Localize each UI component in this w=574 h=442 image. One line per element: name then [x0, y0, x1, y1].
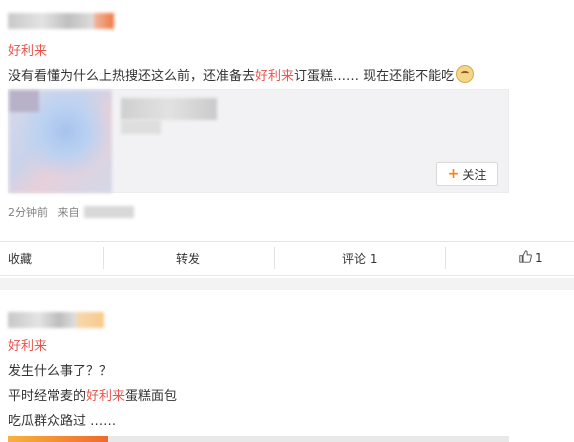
post2-line2-part1: 平时经常麦的	[8, 389, 87, 404]
action-bar-bottom-divider	[0, 275, 574, 276]
post2-line3: 吃瓜群众路过 ……	[8, 414, 117, 429]
post1-meta: 2分钟前 来自	[8, 204, 134, 220]
post2-topic-tag[interactable]: 好利来	[8, 335, 47, 354]
favorite-label: 收藏	[8, 251, 33, 266]
favorite-button[interactable]: 收藏	[8, 242, 32, 274]
post1-topic-tag[interactable]: 好利来	[8, 40, 47, 59]
post2-line1: 发生什么事了？？	[8, 364, 113, 379]
post2-username-blurred[interactable]	[8, 312, 104, 328]
like-button[interactable]: 1	[519, 242, 543, 274]
post1-username-blurred[interactable]	[8, 11, 114, 31]
post2-line2-highlight[interactable]: 好利来	[86, 389, 125, 404]
card-title-blurred	[121, 98, 217, 120]
post-source-blurred[interactable]	[83, 206, 134, 218]
plus-icon: +	[447, 166, 460, 182]
post1-link-card[interactable]: + 关注	[8, 89, 509, 193]
repost-label: 转发	[176, 251, 201, 266]
post1-text: 没有看懂为什么上热搜还这么前，还准备去好利来订蛋糕…… 现在还能不能吃	[8, 65, 475, 84]
action-separator	[445, 247, 446, 269]
post2-line2: 平时经常麦的好利来蛋糕面包	[8, 385, 177, 404]
card-subtitle-blurred	[121, 120, 161, 134]
post1-action-bar: 收藏 转发 评论 1 1	[0, 242, 574, 274]
thumbs-up-icon	[519, 250, 532, 266]
post2-line2-part2: 蛋糕面包	[125, 389, 178, 404]
comment-label: 评论 1	[342, 251, 378, 266]
action-separator	[103, 247, 104, 269]
post2-media-preview-partial[interactable]	[8, 436, 509, 442]
post-time[interactable]: 2分钟前	[8, 206, 48, 219]
follow-label: 关注	[462, 167, 487, 182]
post1-text-part2: 订蛋糕…… 现在还能不能吃	[294, 69, 455, 84]
card-thumbnail-blurred[interactable]	[9, 90, 112, 193]
follow-button[interactable]: + 关注	[436, 162, 498, 186]
post1-text-highlight[interactable]: 好利来	[255, 69, 294, 84]
action-separator	[274, 247, 275, 269]
like-count: 1	[535, 251, 543, 265]
comment-button[interactable]: 评论 1	[342, 242, 377, 274]
post-source-prefix: 来自	[57, 206, 80, 219]
repost-button[interactable]: 转发	[176, 242, 200, 274]
post1-text-part1: 没有看懂为什么上热搜还这么前，还准备去	[8, 69, 256, 84]
feed-separator	[0, 278, 574, 290]
doge-emoji-icon	[456, 65, 475, 83]
